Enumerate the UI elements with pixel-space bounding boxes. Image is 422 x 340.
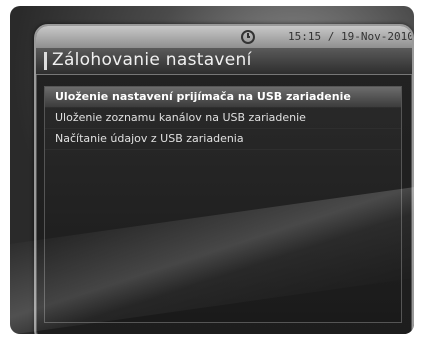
menu-list: Uloženie nastavení prijímača na USB zari… <box>44 86 402 323</box>
date-time: 15:15 / 19-Nov-2010 <box>288 30 414 43</box>
status-bar: 15:15 / 19-Nov-2010 <box>36 26 412 48</box>
page-title: Zálohovanie nastavení <box>52 50 252 70</box>
menu-item-load-from-usb[interactable]: Načítanie údajov z USB zariadenia <box>45 129 401 150</box>
backup-settings-panel: 15:15 / 19-Nov-2010 Zálohovanie nastaven… <box>34 24 414 334</box>
menu-item-label: Uloženie nastavení prijímača na USB zari… <box>55 90 351 103</box>
menu-item-label: Načítanie údajov z USB zariadenia <box>55 132 244 145</box>
tv-screen: 15:15 / 19-Nov-2010 Zálohovanie nastaven… <box>10 6 414 334</box>
clock-icon <box>241 30 255 44</box>
menu-item-save-channel-list[interactable]: Uloženie zoznamu kanálov na USB zariaden… <box>45 108 401 129</box>
menu-item-save-settings[interactable]: Uloženie nastavení prijímača na USB zari… <box>45 87 401 108</box>
menu-item-label: Uloženie zoznamu kanálov na USB zariaden… <box>55 111 306 124</box>
title-bar: Zálohovanie nastavení <box>36 48 412 75</box>
